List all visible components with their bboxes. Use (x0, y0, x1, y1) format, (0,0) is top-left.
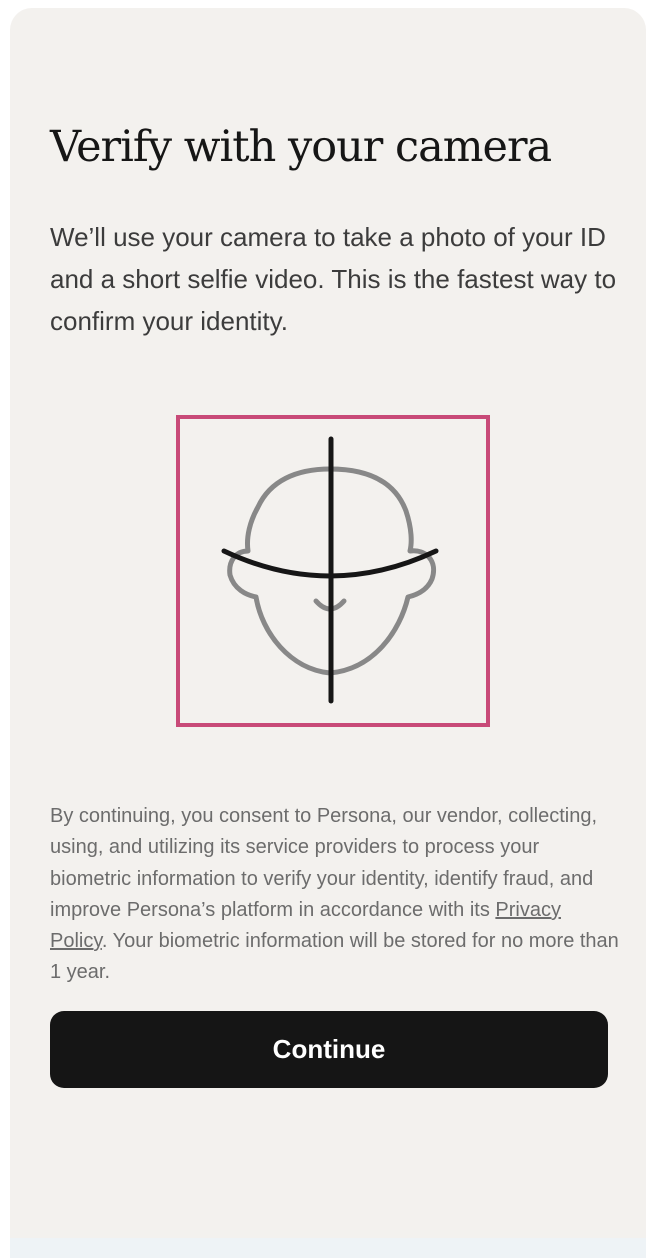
face-scan-illustration (176, 415, 490, 727)
continue-button[interactable]: Continue (50, 1011, 608, 1088)
face-scan-icon (221, 436, 439, 704)
biometric-consent-text: By continuing, you consent to Persona, o… (50, 801, 620, 989)
page-description: We’ll use your camera to take a photo of… (50, 222, 617, 336)
consent-text-after: . Your biometric information will be sto… (50, 930, 619, 984)
bottom-strip (10, 1238, 646, 1258)
page-title: Verify with your camera (50, 122, 552, 172)
